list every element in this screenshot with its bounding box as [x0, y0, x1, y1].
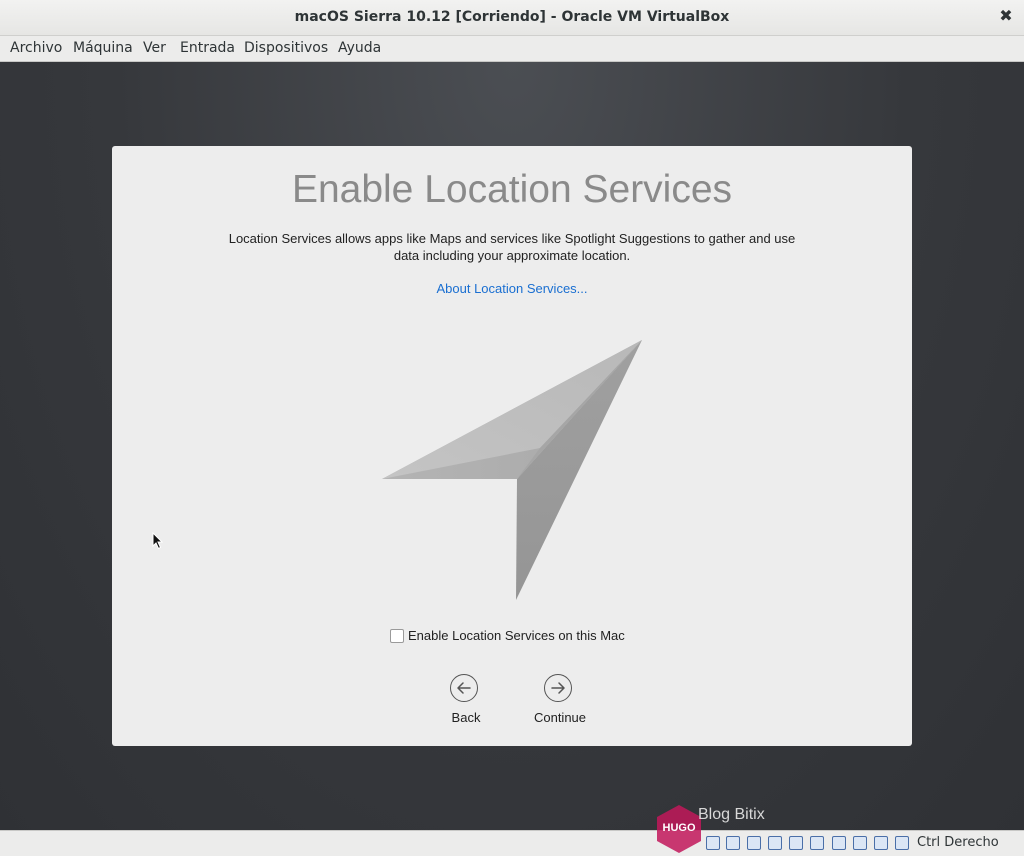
menu-ayuda[interactable]: Ayuda [338, 40, 381, 56]
mouse-integration-icon[interactable] [895, 836, 909, 850]
host-key-label: Ctrl Derecho [917, 835, 999, 850]
back-label[interactable]: Back [426, 710, 506, 725]
window-titlebar[interactable]: macOS Sierra 10.12 [Corriendo] - Oracle … [0, 0, 1024, 36]
enable-location-label[interactable]: Enable Location Services on this Mac [408, 628, 625, 643]
recording-icon[interactable] [853, 836, 867, 850]
menu-bar: Archivo Máquina Ver Entrada Dispositivos… [0, 36, 1024, 62]
menu-entrada[interactable]: Entrada [180, 40, 235, 56]
setup-assistant-panel: Enable Location Services Location Servic… [112, 146, 912, 746]
watermark-text: Blog Bitix [698, 806, 765, 823]
close-icon[interactable]: ✖ [998, 8, 1014, 24]
back-button[interactable]: Back [426, 674, 506, 734]
status-bar: Ctrl Derecho [0, 830, 1024, 856]
continue-label[interactable]: Continue [520, 710, 600, 725]
menu-maquina[interactable]: Máquina [73, 40, 133, 56]
hugo-badge-text: HUGO [662, 822, 696, 834]
continue-button[interactable]: Continue [520, 674, 600, 734]
arrow-left-icon[interactable] [450, 674, 478, 702]
window-title: macOS Sierra 10.12 [Corriendo] - Oracle … [294, 9, 730, 25]
arrow-right-icon[interactable] [544, 674, 572, 702]
enable-location-checkbox[interactable] [390, 629, 404, 643]
mouse-pointer-icon [152, 532, 164, 550]
menu-dispositivos[interactable]: Dispositivos [244, 40, 328, 56]
location-arrow-icon [382, 340, 642, 600]
menu-archivo[interactable]: Archivo [10, 40, 62, 56]
watermark: HUGO Blog Bitix [655, 804, 855, 854]
vm-display[interactable]: Enable Location Services Location Servic… [0, 62, 1024, 830]
menu-ver[interactable]: Ver [143, 40, 166, 56]
cpu-icon[interactable] [874, 836, 888, 850]
